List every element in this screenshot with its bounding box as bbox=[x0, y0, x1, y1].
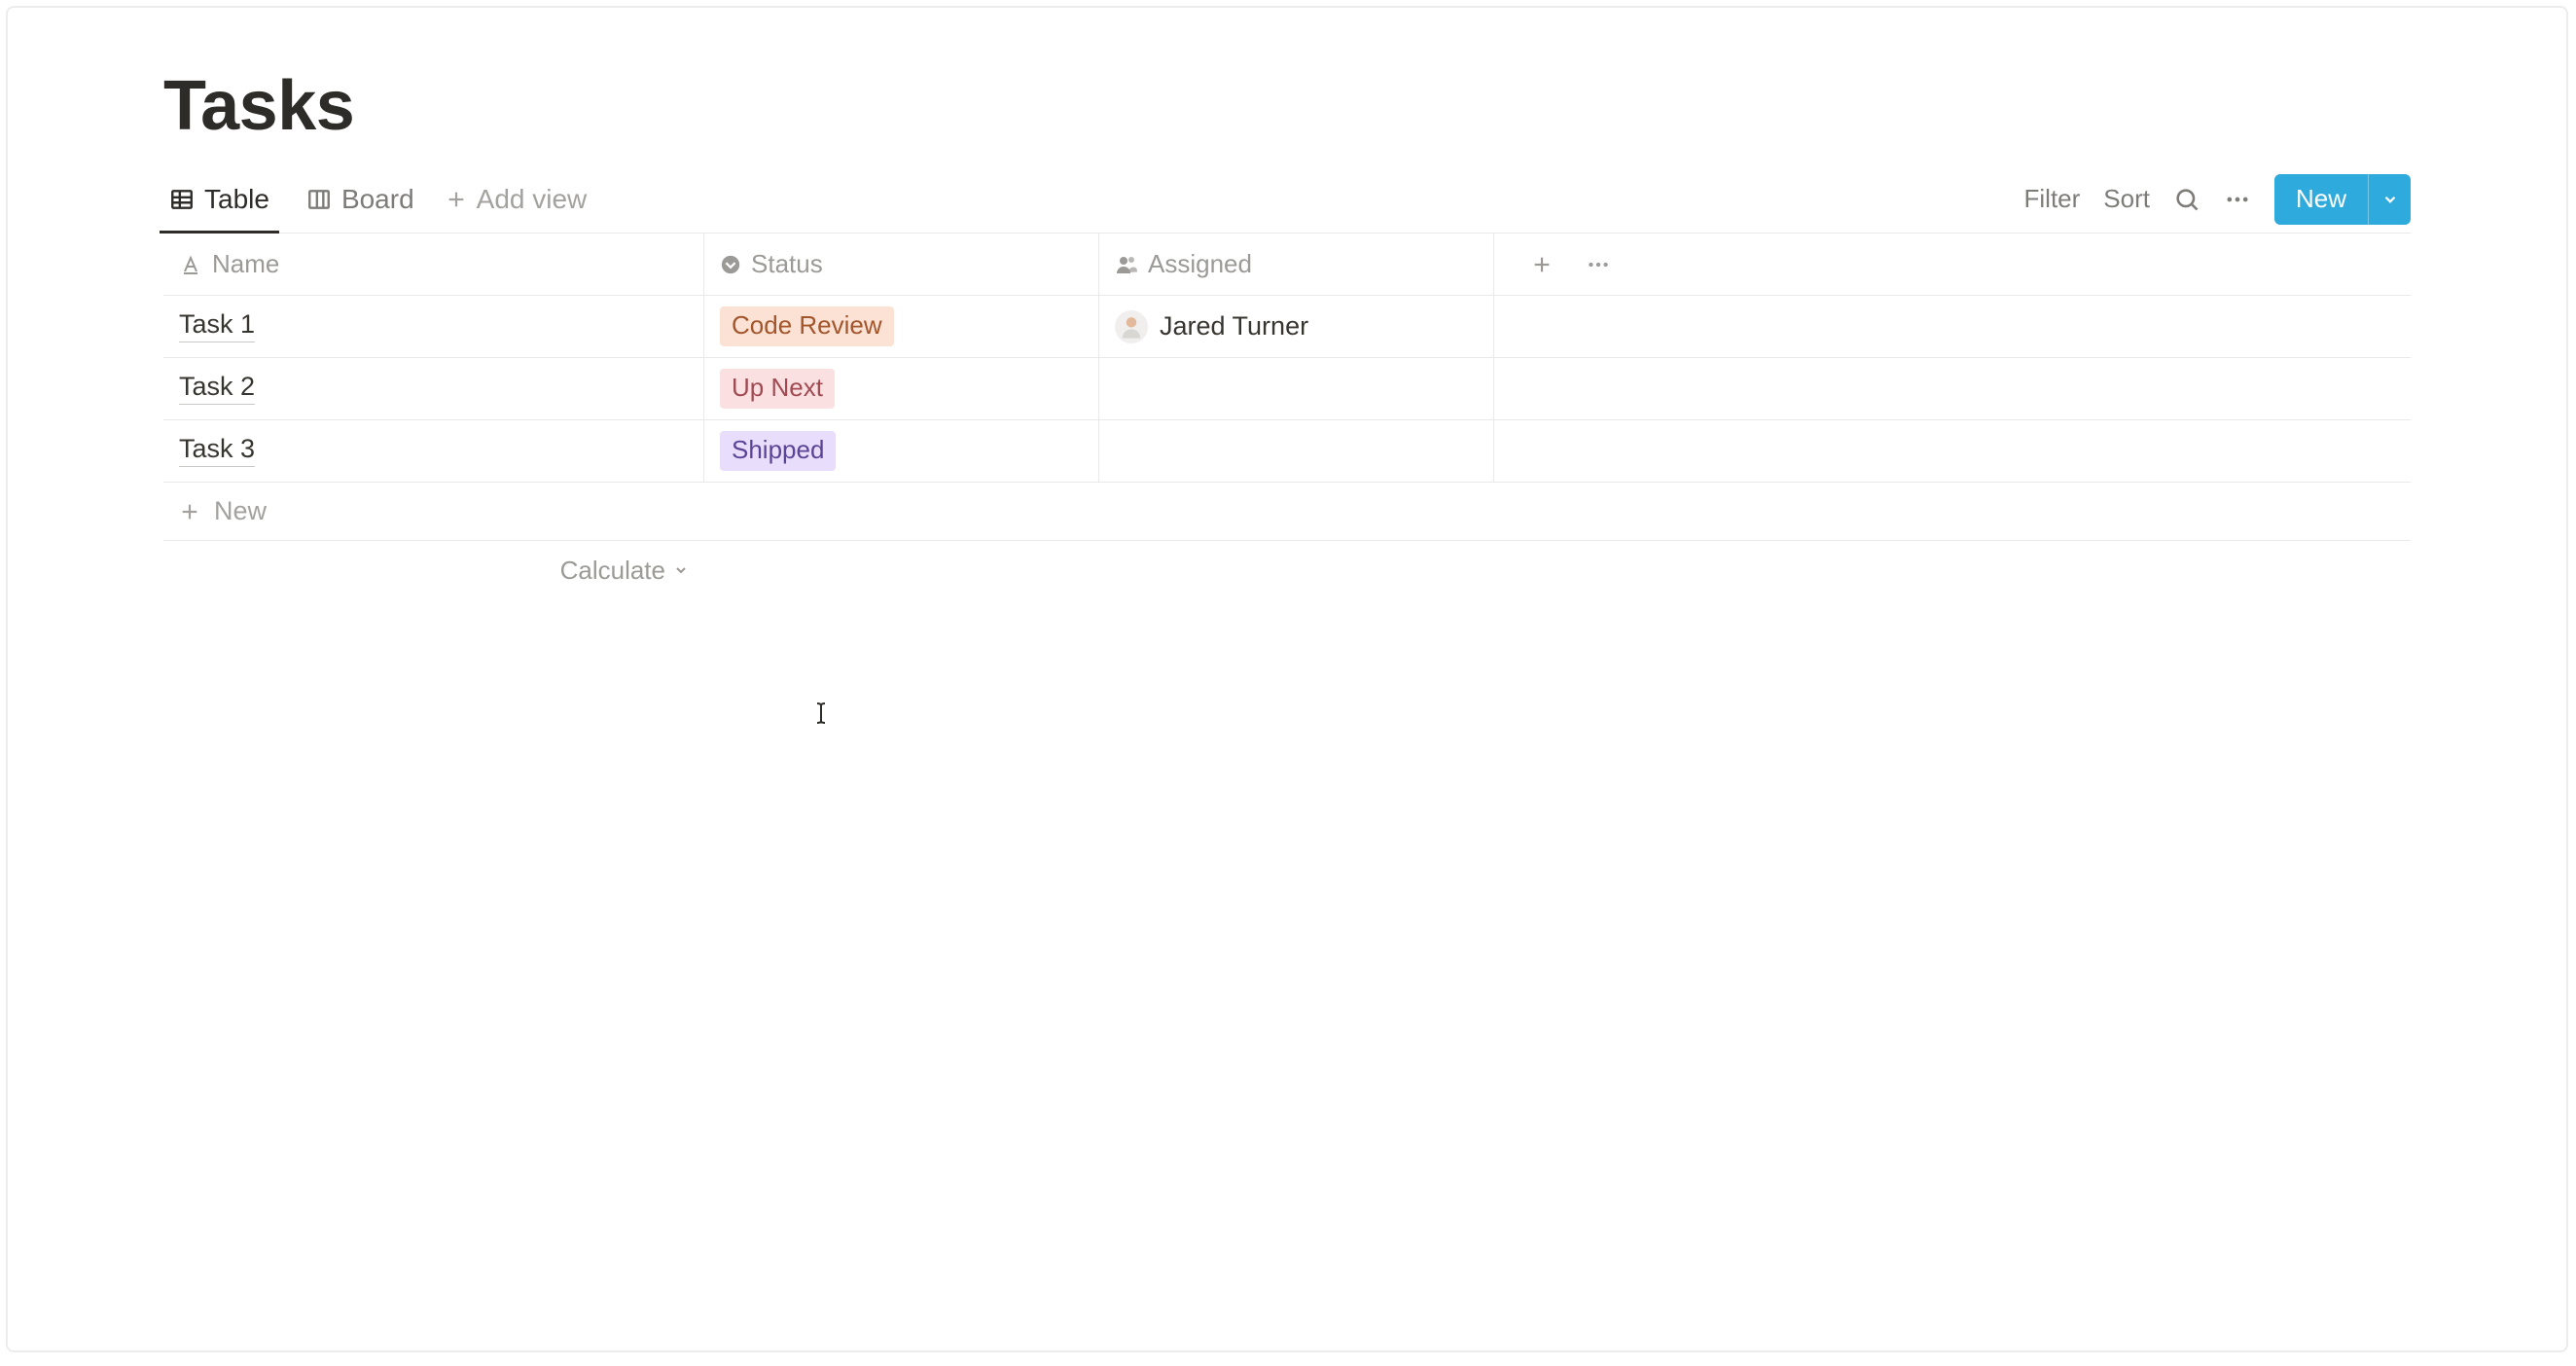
view-tab-label: Table bbox=[204, 184, 269, 215]
column-header-name[interactable]: Name bbox=[163, 234, 704, 295]
right-controls: Filter Sort New bbox=[2024, 174, 2411, 225]
avatar bbox=[1115, 310, 1148, 343]
table-header-row: Name Status Assigned bbox=[163, 234, 2411, 296]
more-options-button[interactable] bbox=[2224, 186, 2251, 213]
status-tag: Shipped bbox=[720, 431, 836, 471]
views-bar: Table Board Add view Filter Sort bbox=[163, 165, 2411, 234]
view-tab-board[interactable]: Board bbox=[301, 165, 420, 233]
view-tab-table[interactable]: Table bbox=[163, 165, 275, 233]
cell-name[interactable]: Task 2 bbox=[163, 358, 704, 419]
page-title: Tasks bbox=[163, 66, 2411, 146]
column-header-status[interactable]: Status bbox=[704, 234, 1099, 295]
column-header-assigned[interactable]: Assigned bbox=[1099, 234, 1494, 295]
calculate-button[interactable]: Calculate bbox=[163, 541, 704, 599]
cell-empty bbox=[1494, 296, 2411, 357]
cell-name[interactable]: Task 3 bbox=[163, 420, 704, 482]
cell-status[interactable]: Up Next bbox=[704, 358, 1099, 419]
plus-icon bbox=[446, 189, 467, 210]
table-icon bbox=[169, 187, 195, 212]
calculate-label: Calculate bbox=[560, 556, 665, 586]
new-row-button[interactable]: New bbox=[163, 483, 2411, 541]
new-button[interactable]: New bbox=[2274, 174, 2368, 225]
add-view-label: Add view bbox=[477, 184, 588, 215]
view-tab-label: Board bbox=[341, 184, 414, 215]
cell-status[interactable]: Code Review bbox=[704, 296, 1099, 357]
add-view-button[interactable]: Add view bbox=[446, 184, 588, 215]
plus-icon bbox=[179, 501, 200, 522]
database-table: Name Status Assigned bbox=[163, 233, 2411, 599]
app-frame: Tasks Table Board Add view bbox=[6, 6, 2568, 1352]
cell-assigned[interactable] bbox=[1099, 420, 1494, 482]
text-cursor-icon bbox=[814, 701, 828, 725]
table-row[interactable]: Task 3 Shipped bbox=[163, 420, 2411, 483]
cell-assigned[interactable] bbox=[1099, 358, 1494, 419]
new-button-group: New bbox=[2274, 174, 2411, 225]
cell-status[interactable]: Shipped bbox=[704, 420, 1099, 482]
sort-button[interactable]: Sort bbox=[2103, 184, 2150, 214]
task-name: Task 2 bbox=[179, 373, 255, 406]
text-property-icon bbox=[179, 253, 202, 276]
column-header-label: Name bbox=[212, 249, 279, 279]
cell-assigned[interactable]: Jared Turner bbox=[1099, 296, 1494, 357]
person-property-icon bbox=[1115, 253, 1138, 276]
add-column-button[interactable] bbox=[1531, 254, 1553, 275]
column-header-tools bbox=[1494, 234, 2411, 295]
search-button[interactable] bbox=[2173, 186, 2200, 213]
task-name: Task 1 bbox=[179, 310, 255, 343]
cell-empty bbox=[1494, 420, 2411, 482]
status-tag: Up Next bbox=[720, 369, 835, 409]
filter-button[interactable]: Filter bbox=[2024, 184, 2081, 214]
page-content: Tasks Table Board Add view bbox=[8, 8, 2566, 599]
select-property-icon bbox=[720, 254, 741, 275]
assignee-name: Jared Turner bbox=[1160, 311, 1308, 342]
new-button-dropdown[interactable] bbox=[2368, 174, 2411, 225]
column-header-label: Status bbox=[751, 249, 823, 279]
table-row[interactable]: Task 1 Code Review Jared Turner bbox=[163, 296, 2411, 358]
cell-empty bbox=[1494, 358, 2411, 419]
task-name: Task 3 bbox=[179, 435, 255, 468]
column-more-button[interactable] bbox=[1586, 252, 1611, 277]
column-header-label: Assigned bbox=[1148, 249, 1252, 279]
chevron-down-icon bbox=[673, 562, 689, 578]
status-tag: Code Review bbox=[720, 306, 894, 346]
new-row-label: New bbox=[214, 496, 267, 526]
table-row[interactable]: Task 2 Up Next bbox=[163, 358, 2411, 420]
calculate-row: Calculate bbox=[163, 541, 2411, 599]
cell-name[interactable]: Task 1 bbox=[163, 296, 704, 357]
board-icon bbox=[306, 187, 332, 212]
